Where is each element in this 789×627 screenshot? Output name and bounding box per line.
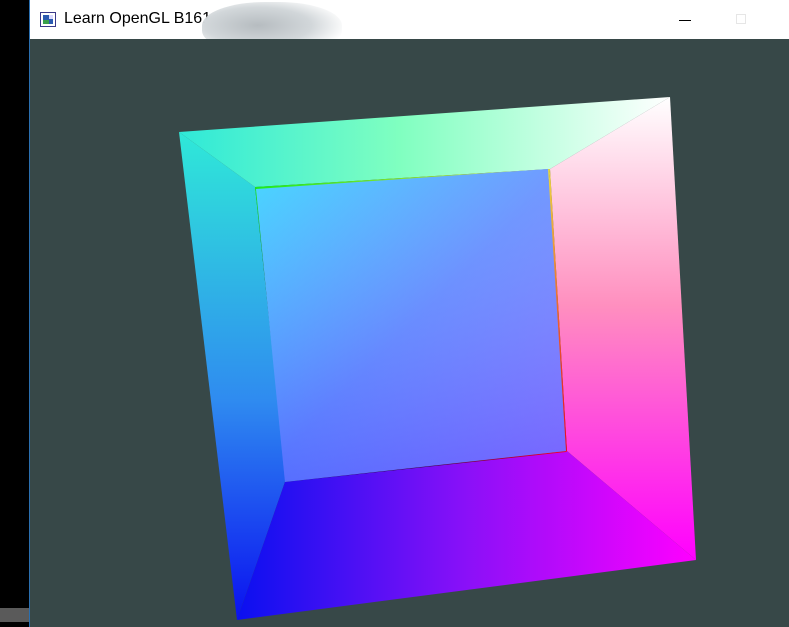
- app-window: Learn OpenGL B161: [29, 0, 789, 627]
- minimize-button[interactable]: [662, 4, 708, 34]
- taskbar-fragment: [0, 608, 29, 622]
- opengl-app-icon: [40, 12, 56, 27]
- maximize-icon: [736, 14, 746, 24]
- window-title: Learn OpenGL B161: [64, 10, 212, 27]
- opengl-viewport[interactable]: [30, 39, 789, 627]
- title-bar[interactable]: Learn OpenGL B161: [30, 0, 789, 54]
- minimize-icon: [679, 19, 691, 21]
- desktop-edge: [0, 0, 29, 627]
- cube-render: [179, 97, 696, 620]
- maximize-button[interactable]: [718, 4, 764, 34]
- cube-back-face-shade: [256, 169, 566, 482]
